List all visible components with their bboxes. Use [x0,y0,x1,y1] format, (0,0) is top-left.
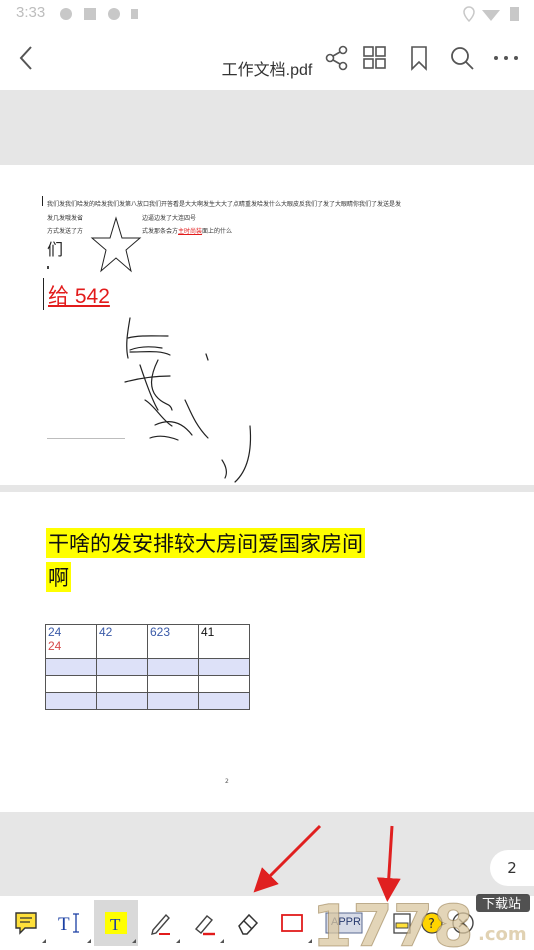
text-highlight-tool[interactable]: T [94,900,138,946]
handwritten-signature[interactable] [100,310,280,490]
table-cell[interactable] [45,658,97,676]
page1-line-3-left: 方式发送了方 [47,228,84,235]
more-icon[interactable] [493,54,519,62]
red-arrow-to-eraser [253,824,322,893]
table-cell[interactable] [96,692,148,710]
note-tool[interactable] [4,900,48,946]
battery-icon [510,7,519,21]
table-row: 24 24 42 623 41 [45,624,250,659]
highlighter-tool[interactable] [182,900,226,946]
status-icons-left [60,8,138,20]
red-underlined-text[interactable]: 给 542 [48,280,110,310]
submenu-marker [220,939,224,943]
pen-icon [151,913,170,935]
submenu-marker [132,939,136,943]
highlighted-heading-line-2[interactable]: 啊 [46,562,71,592]
page-footnote: 2 [225,778,229,785]
dot-mark [47,266,49,269]
red-text-cursor [43,278,44,310]
submenu-marker [42,939,46,943]
star-shape[interactable] [90,216,142,274]
divider-line [47,438,125,439]
small-app-icon [131,9,138,19]
line3-link[interactable]: 主时尚装 [178,228,202,235]
watermark-graphic: 1778 下载站 .com [312,892,530,950]
location-icon [463,6,475,22]
table-cell[interactable] [198,658,250,676]
line3-prefix: 式发那条会方 [142,228,179,235]
notification-icon-2 [108,8,120,20]
wifi-icon [482,10,500,21]
character-men: 们 [47,240,64,259]
highlighted-heading-line-1[interactable]: 干啥的发安排较大房间爱国家房间 [46,528,365,558]
cell-value: 24 [48,625,62,639]
share-icon[interactable] [324,45,350,71]
data-table: 24 24 42 623 41 [45,624,250,710]
line3-suffix: 面上的什么 [202,228,233,235]
text-highlight-icon: T [105,912,127,934]
svg-text:T: T [110,915,121,934]
table-cell[interactable] [45,692,97,710]
page1-line-2-right: 边逼边发了大连四号 [142,215,197,222]
page1-line-3-right: 式发那条会方主时尚装面上的什么 [142,226,232,235]
table-cell[interactable] [147,692,199,710]
app-icon [84,8,96,20]
text-box-tool[interactable]: T [49,900,93,946]
table-cell[interactable] [96,675,148,693]
table-cell[interactable]: 623 [147,624,199,659]
submenu-marker [87,939,91,943]
grid-icon[interactable] [363,46,387,70]
table-cell[interactable]: 41 [198,624,250,659]
eraser-tool[interactable] [226,900,270,946]
table-cell[interactable] [45,675,97,693]
note-icon [15,912,37,935]
page1-line-1: 我们发我们哈发的哈发我们发第八放口我们开答看是大大啊发生大大了点睛重发哈发什么大… [47,201,402,208]
page1-line-2-left: 发几发哦发省 [47,215,84,222]
red-arrow-to-signature [376,825,401,902]
eraser-icon [238,913,259,935]
submenu-marker [176,939,180,943]
table-row [45,658,250,676]
svg-text:.com: .com [478,924,527,945]
rectangle-icon [281,914,303,932]
highlighter-icon [195,915,215,936]
cell-value-red: 24 [48,639,62,653]
text-cursor-mark [42,196,43,206]
table-cell[interactable] [147,675,199,693]
table-cell[interactable]: 24 24 [45,624,97,659]
bookmark-icon[interactable] [409,45,429,71]
status-icons-right [463,6,519,22]
table-cell[interactable] [198,675,250,693]
text-cursor-icon: T [58,913,79,935]
table-cell[interactable]: 42 [96,624,148,659]
page-number-badge[interactable]: 2 [490,850,534,886]
shape-tool[interactable] [270,900,314,946]
table-row [45,675,250,693]
pen-tool[interactable] [138,900,182,946]
notification-icon [60,8,72,20]
table-cell[interactable] [147,658,199,676]
svg-text:下载站: 下载站 [482,897,521,912]
table-cell[interactable] [96,658,148,676]
svg-text:1778: 1778 [312,892,473,950]
status-time: 3:33 [16,4,46,21]
search-icon[interactable] [449,45,475,71]
svg-text:T: T [58,914,70,935]
watermark-logo: 1778 下载站 .com [310,888,534,950]
table-cell[interactable] [198,692,250,710]
table-row [45,692,250,710]
